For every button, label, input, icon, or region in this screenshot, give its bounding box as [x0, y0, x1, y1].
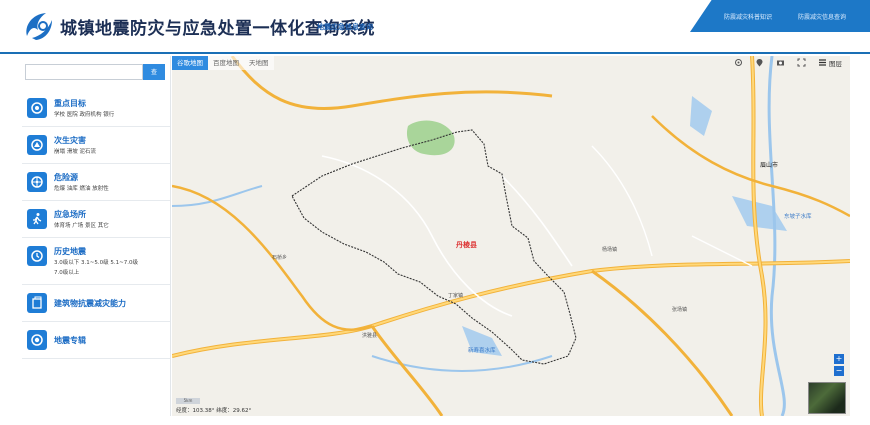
- running-person-icon: [27, 209, 47, 229]
- camera-icon[interactable]: [776, 58, 785, 67]
- place-label: 眉山市: [760, 162, 779, 169]
- map-view[interactable]: 谷歌地图 百度地图 天地图 图层 丹棱县 眉山市 东坡子水库 新寿喜水库 洪雅县…: [172, 56, 850, 416]
- header-link-science[interactable]: 防震减灾科普知识: [724, 12, 772, 21]
- tab-baidu-map[interactable]: 百度地图: [208, 56, 244, 70]
- satellite-toggle-thumbnail[interactable]: [808, 382, 846, 414]
- sidebar-item-historical-earthquakes[interactable]: 历史地震 3.0级以下 3.1~5.0级 5.1~7.0级 7.0级以上: [22, 238, 170, 285]
- sidebar-item-label: 建筑物抗震减灾能力: [54, 299, 126, 308]
- sidebar-item-label: 应急场所: [54, 210, 86, 219]
- sidebar-item-sublabel: 学校 医院 政府机构 银行: [54, 112, 115, 118]
- place-label: 杨场镇: [602, 247, 618, 253]
- map-canvas: [172, 56, 850, 416]
- sidebar-item-label: 历史地震: [54, 247, 86, 256]
- layers-icon: [819, 59, 826, 66]
- map-tabs: 谷歌地图 百度地图 天地图: [172, 56, 274, 70]
- sidebar-item-sublabel: 体育场 广场 景区 其它: [54, 223, 109, 229]
- sidebar-item-building-resistance[interactable]: 建筑物抗震减灾能力: [22, 285, 170, 322]
- building-icon: [27, 293, 47, 313]
- sidebar-item-sublabel: 危爆 油库 燃油 放射性: [54, 186, 109, 192]
- place-label: 石桥乡: [272, 255, 288, 261]
- sidebar-item-sublabel: 崩塌 滑坡 泥石流: [54, 149, 96, 155]
- place-label: 张场镇: [672, 307, 688, 313]
- place-label: 洪雅县: [362, 333, 378, 339]
- pin-icon[interactable]: [755, 58, 764, 67]
- locate-icon[interactable]: [734, 58, 743, 67]
- sidebar-item-label: 地震专辑: [54, 336, 86, 345]
- sidebar-item-key-targets[interactable]: 重点目标 学校 医院 政府机构 银行: [22, 90, 170, 127]
- map-toolbar: 图层: [734, 58, 842, 68]
- layer-label: 图层: [829, 59, 842, 68]
- sidebar-menu: 重点目标 学校 医院 政府机构 银行 次生灾害 崩塌 滑坡 泥石流 危险源 危爆…: [22, 90, 170, 359]
- header-link-info[interactable]: 防震减灾信息查询: [798, 12, 846, 21]
- place-label: 东坡子水库: [784, 214, 812, 220]
- place-label: 新寿喜水库: [468, 348, 496, 354]
- sidebar-item-secondary-disasters[interactable]: 次生灾害 崩塌 滑坡 泥石流: [22, 127, 170, 164]
- sidebar: 查询 重点目标 学校 医院 政府机构 银行 次生灾害 崩塌 滑坡 泥石流 危险源…: [22, 56, 171, 416]
- app-header: 城镇地震防灾与应急处置一体化查询系统 地震应急信息查询 防震减灾科普知识 防震减…: [0, 0, 870, 54]
- coordinate-readout: 经度：103.38° 纬度：29.62°: [176, 408, 252, 414]
- sidebar-item-sublabel: 3.0级以下 3.1~5.0级 5.1~7.0级: [54, 260, 138, 266]
- scale-bar: 5km: [176, 398, 200, 404]
- zoom-in-button[interactable]: +: [834, 354, 844, 364]
- sidebar-item-label: 危险源: [54, 173, 78, 182]
- album-icon: [27, 330, 47, 350]
- logo-icon: [26, 13, 52, 40]
- layer-toggle[interactable]: 图层: [818, 58, 842, 68]
- sidebar-item-label: 重点目标: [54, 99, 86, 108]
- zoom-out-button[interactable]: −: [834, 366, 844, 376]
- header-links-bar: 防震减灾科普知识 防震减灾信息查询: [690, 0, 870, 32]
- county-label: 丹棱县: [456, 241, 477, 249]
- place-label: 丁家镇: [448, 293, 464, 299]
- search-bar: 查询: [25, 64, 165, 92]
- target-icon: [27, 98, 47, 118]
- search-button[interactable]: 查询: [143, 64, 165, 92]
- sidebar-item-danger-sources[interactable]: 危险源 危爆 油库 燃油 放射性: [22, 164, 170, 201]
- clock-icon: [27, 246, 47, 266]
- sidebar-item-sublabel-2: 7.0级以上: [54, 270, 80, 276]
- fullscreen-icon[interactable]: [797, 58, 806, 67]
- danger-source-icon: [27, 172, 47, 192]
- search-input[interactable]: [25, 64, 143, 80]
- sidebar-item-earthquake-album[interactable]: 地震专辑: [22, 322, 170, 359]
- hazard-icon: [27, 135, 47, 155]
- sidebar-item-label: 次生灾害: [54, 136, 86, 145]
- tab-tianditu-map[interactable]: 天地图: [244, 56, 274, 70]
- tab-google-map[interactable]: 谷歌地图: [172, 56, 208, 70]
- app-subtitle: 地震应急信息查询: [317, 23, 373, 31]
- sidebar-item-emergency-sites[interactable]: 应急场所 体育场 广场 景区 其它: [22, 201, 170, 238]
- zoom-control: + −: [834, 354, 844, 378]
